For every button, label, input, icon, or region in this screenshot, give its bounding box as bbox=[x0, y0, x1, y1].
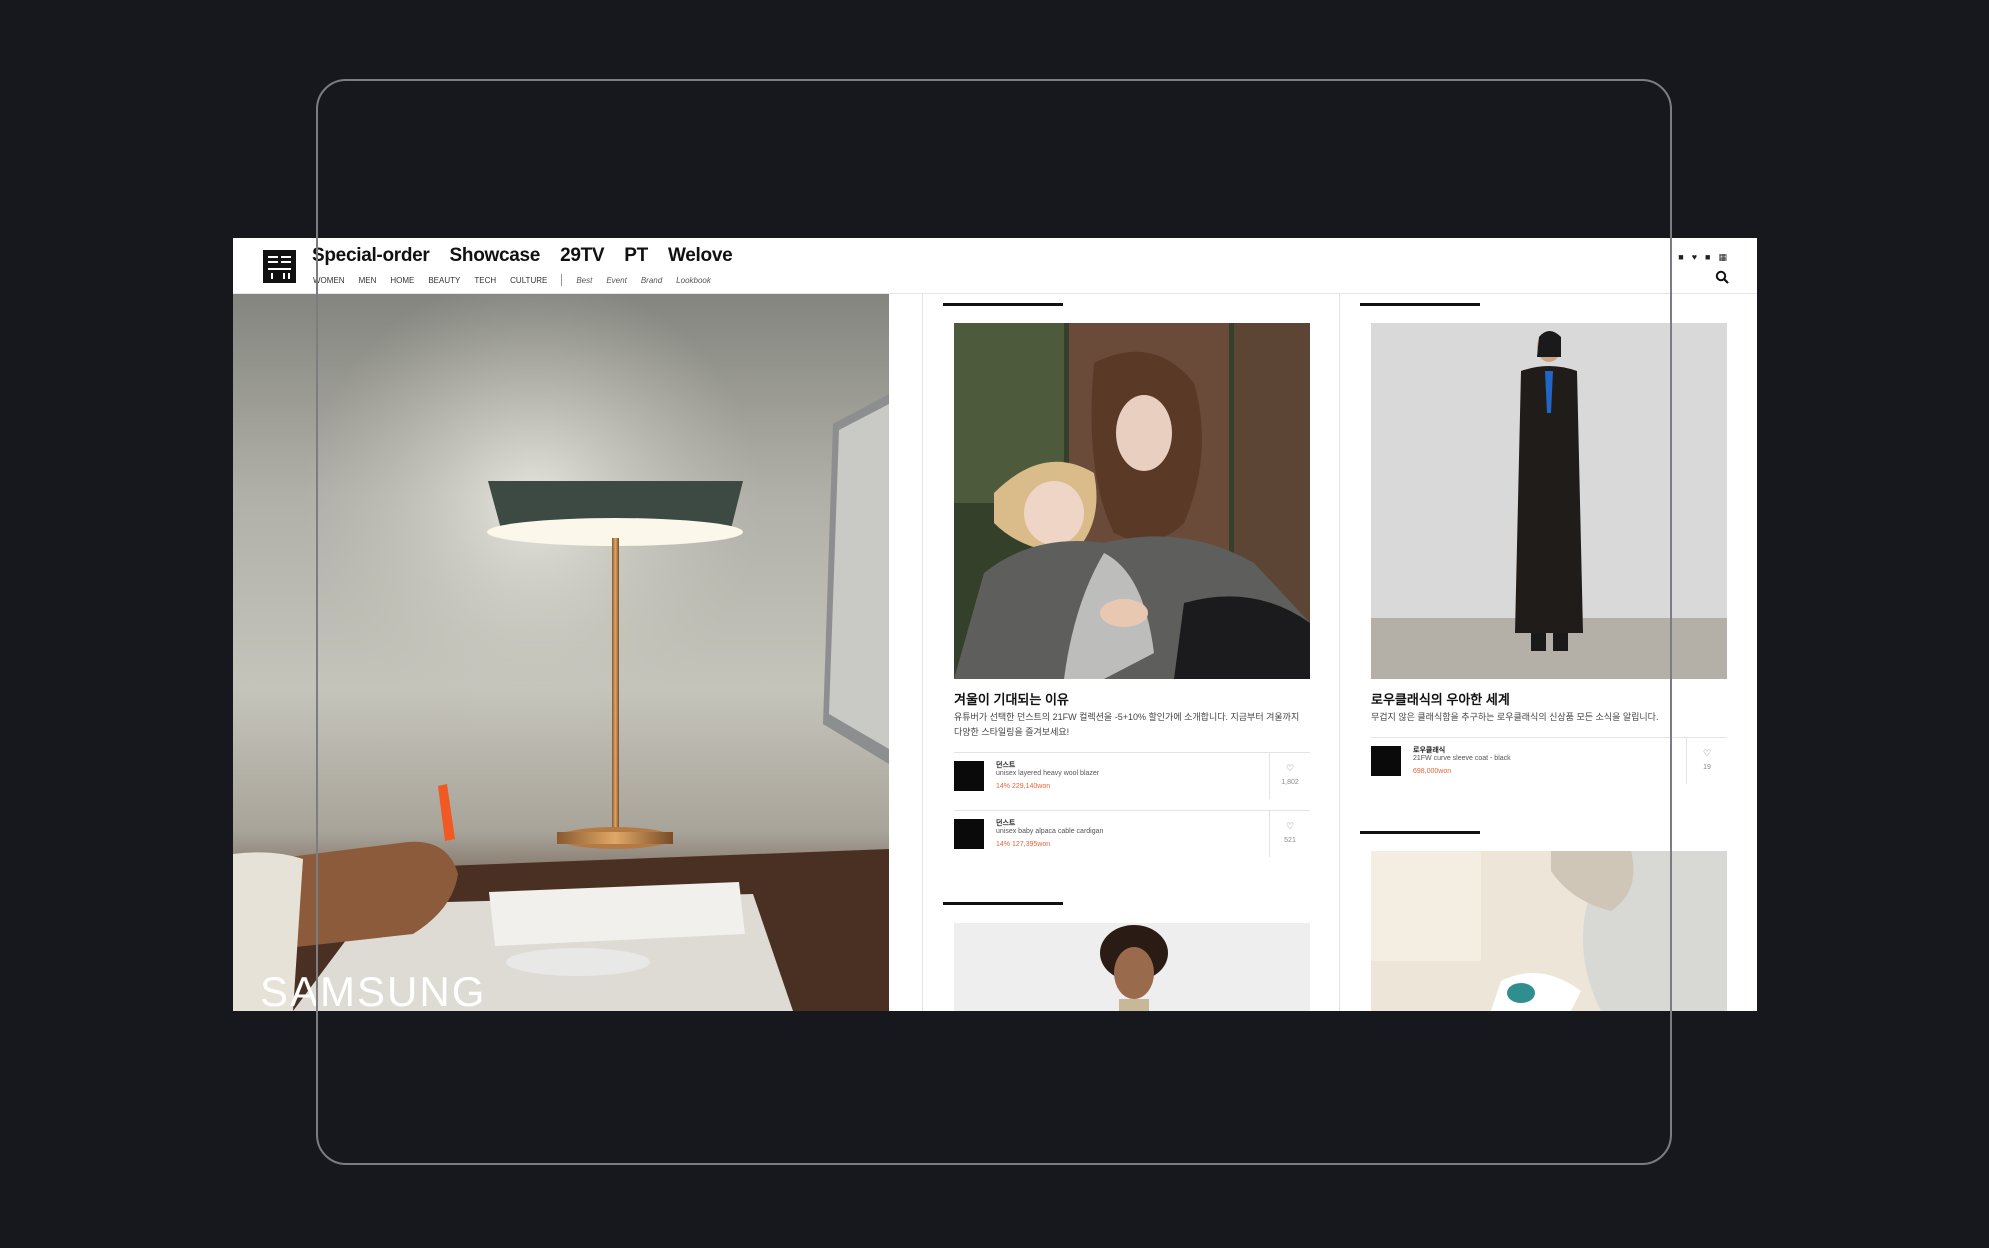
nav-pt[interactable]: PT bbox=[624, 245, 648, 267]
card-photo bbox=[954, 323, 1310, 679]
like-count: 521 bbox=[1284, 837, 1296, 844]
product-item[interactable]: 던스트 unisex layered heavy wool blazer 14%… bbox=[954, 752, 1310, 799]
product-thumbnail[interactable] bbox=[954, 819, 984, 849]
section-rule bbox=[943, 902, 1063, 905]
card-description: 유튜버가 선택한 던스트의 21FW 컬렉션을 -5+10% 할인가에 소개합니… bbox=[954, 712, 1300, 737]
subnav-men[interactable]: MEN bbox=[359, 276, 377, 285]
sub-nav: WOMEN MEN HOME BEAUTY TECH CULTURE Best … bbox=[313, 274, 711, 286]
site-header: Special-order Showcase 29TV PT Welove WO… bbox=[233, 238, 1757, 294]
product-name: 21FW curve sleeve coat - black bbox=[1413, 755, 1511, 762]
heart-outline-icon: ♡ bbox=[1285, 763, 1295, 773]
product-item[interactable]: 로우클래식 21FW curve sleeve coat - black 698… bbox=[1371, 737, 1727, 784]
product-thumbnail[interactable] bbox=[954, 761, 984, 791]
section-rule bbox=[943, 303, 1063, 306]
like-button[interactable]: ♡ 521 bbox=[1269, 811, 1310, 857]
cart-icon[interactable]: ■ bbox=[1705, 252, 1710, 263]
card-photo bbox=[954, 923, 1310, 1011]
subnav-beauty[interactable]: BEAUTY bbox=[428, 276, 460, 285]
column-divider bbox=[922, 294, 923, 1011]
website-viewport: Special-order Showcase 29TV PT Welove WO… bbox=[233, 238, 1757, 1011]
user-icon[interactable]: ■ bbox=[1678, 252, 1683, 263]
like-count: 1,802 bbox=[1281, 779, 1299, 786]
site-logo[interactable] bbox=[263, 250, 296, 283]
hero-brand-text: SAMSUNG bbox=[260, 968, 486, 1011]
card-image-portrait[interactable] bbox=[954, 923, 1310, 1011]
product-name: unisex baby alpaca cable cardigan bbox=[996, 828, 1104, 835]
like-button[interactable]: ♡ 19 bbox=[1686, 738, 1727, 784]
subnav-brand[interactable]: Brand bbox=[641, 276, 662, 285]
subnav-best[interactable]: Best bbox=[576, 276, 592, 285]
card-photo bbox=[1371, 851, 1727, 1011]
card-image-coat[interactable] bbox=[1371, 323, 1727, 679]
column-divider bbox=[1339, 294, 1340, 1011]
card-title[interactable]: 로우클래식의 우아한 세계 bbox=[1371, 689, 1510, 708]
nav-welove[interactable]: Welove bbox=[668, 245, 733, 267]
subnav-home[interactable]: HOME bbox=[390, 276, 414, 285]
card-title[interactable]: 겨울이 기대되는 이유 bbox=[954, 689, 1069, 708]
product-price: 14% 127,395won bbox=[996, 841, 1051, 848]
product-item[interactable]: 던스트 unisex baby alpaca cable cardigan 14… bbox=[954, 810, 1310, 857]
heart-icon[interactable]: ♥ bbox=[1692, 252, 1697, 263]
menu-icon[interactable]: ▦ bbox=[1718, 252, 1727, 263]
product-brand: 던스트 bbox=[996, 762, 1016, 769]
section-rule bbox=[1360, 303, 1480, 306]
card-image-sneakers[interactable] bbox=[1371, 851, 1727, 1011]
subnav-event[interactable]: Event bbox=[606, 276, 626, 285]
subnav-divider bbox=[561, 274, 563, 286]
subnav-culture[interactable]: CULTURE bbox=[510, 276, 547, 285]
subnav-tech[interactable]: TECH bbox=[474, 276, 496, 285]
main-nav: Special-order Showcase 29TV PT Welove bbox=[312, 245, 733, 267]
heart-outline-icon: ♡ bbox=[1285, 821, 1295, 831]
card-description: 무겁지 않은 클래식함을 추구하는 로우클래식의 신상품 모든 소식을 알립니다… bbox=[1371, 712, 1659, 722]
nav-29tv[interactable]: 29TV bbox=[560, 245, 605, 267]
header-utilities: ■ ♥ ■ ▦ bbox=[1678, 252, 1727, 263]
nav-special-order[interactable]: Special-order bbox=[312, 245, 430, 267]
product-price: 698,000won bbox=[1413, 768, 1452, 775]
subnav-lookbook[interactable]: Lookbook bbox=[676, 276, 711, 285]
hero-photo: SAMSUNG bbox=[233, 294, 889, 1011]
product-brand: 로우클래식 bbox=[1413, 747, 1446, 754]
like-button[interactable]: ♡ 1,802 bbox=[1269, 753, 1310, 799]
product-price: 14% 229,140won bbox=[996, 783, 1051, 790]
product-thumbnail[interactable] bbox=[1371, 746, 1401, 776]
product-brand: 던스트 bbox=[996, 820, 1016, 827]
nav-showcase[interactable]: Showcase bbox=[450, 245, 541, 267]
like-count: 19 bbox=[1703, 764, 1711, 771]
card-photo bbox=[1371, 323, 1727, 679]
heart-outline-icon: ♡ bbox=[1702, 748, 1712, 758]
search-icon[interactable] bbox=[1715, 270, 1729, 284]
subnav-women[interactable]: WOMEN bbox=[313, 276, 345, 285]
product-name: unisex layered heavy wool blazer bbox=[996, 770, 1100, 777]
section-rule bbox=[1360, 831, 1480, 834]
hero-banner[interactable]: SAMSUNG bbox=[233, 294, 889, 1011]
card-image-winter[interactable] bbox=[954, 323, 1310, 679]
